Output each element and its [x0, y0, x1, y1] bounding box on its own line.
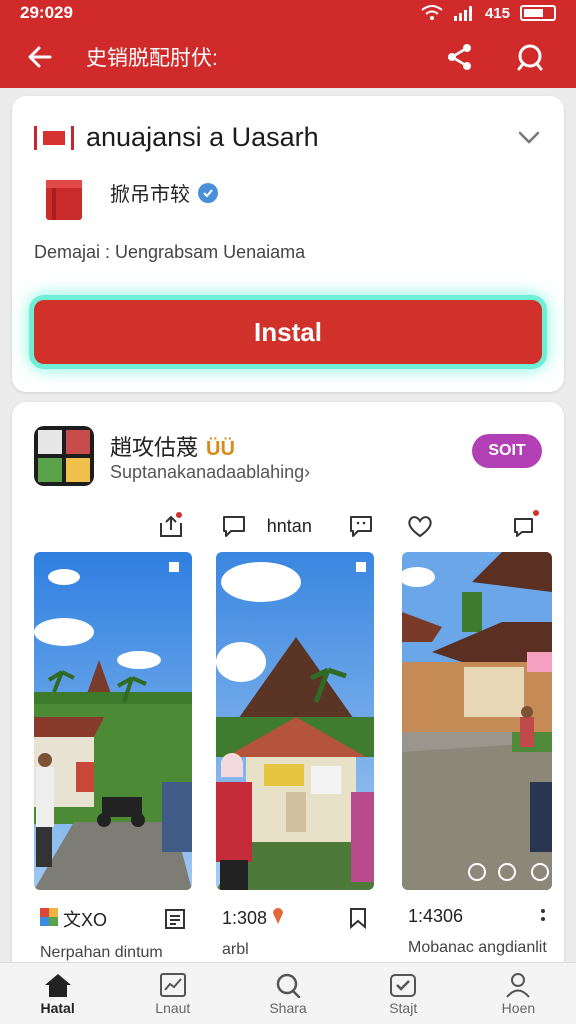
app-mini-icon — [40, 908, 58, 926]
nav-item-home[interactable]: Hatal — [0, 963, 115, 1024]
follow-pill-button[interactable]: SOIT — [472, 434, 542, 468]
list-icon[interactable] — [164, 908, 186, 930]
app-icon — [46, 180, 82, 220]
notification-button[interactable] — [507, 506, 544, 546]
expand-button[interactable] — [514, 123, 544, 153]
screenshot-gallery[interactable]: 文XO Nerpahan dintum 1:308 arbl 1:4306 Mo… — [34, 552, 564, 1024]
more-vertical-icon[interactable] — [540, 907, 546, 927]
signal-icon — [453, 6, 472, 21]
app-title-row: anuajansi a Uasarh — [34, 122, 544, 153]
signal-text: 415 — [484, 4, 510, 22]
gallery-label-1: 文XO — [63, 910, 108, 930]
gallery-image-3[interactable] — [402, 552, 552, 890]
action-label[interactable]: hntan — [267, 516, 312, 537]
gallery-label-2: 1:308 — [222, 908, 268, 928]
pin-icon — [273, 908, 284, 924]
nav-label-chart: Lnaut — [155, 999, 191, 1016]
gallery-caption-2: arbl — [222, 941, 249, 958]
battery-icon — [520, 5, 556, 21]
app-description: Demajai : Uengrabsam Uenaiama — [34, 242, 306, 262]
comment-icon — [223, 516, 246, 537]
home-icon — [44, 973, 71, 997]
post-subtitle: Suptanakanadaablahing› — [110, 462, 311, 482]
search-button[interactable] — [506, 33, 554, 81]
flag-icon — [34, 125, 74, 150]
comment-button[interactable] — [215, 506, 252, 546]
nav-label-status: Stajt — [389, 999, 418, 1016]
search-icon — [276, 973, 301, 998]
nav-label-home: Hatal — [40, 999, 75, 1016]
post-avatar[interactable] — [34, 426, 94, 486]
bookmark-icon[interactable] — [348, 907, 368, 929]
wifi-icon — [421, 5, 443, 20]
install-button[interactable]: Instal — [34, 300, 542, 364]
nav-label-search: Shara — [269, 999, 307, 1016]
check-calendar-icon — [390, 973, 417, 997]
verified-icon — [198, 182, 218, 203]
top-bar: 29:029 415 史销脱配肘伏: — [0, 0, 576, 88]
chat-smile-icon — [349, 516, 372, 537]
nav-item-profile[interactable]: Hoen — [461, 963, 576, 1024]
gallery-image-2[interactable] — [216, 552, 374, 890]
publisher-name[interactable]: 掀吊市较 — [110, 178, 190, 207]
gallery-caption-1: Nerpahan dintum — [40, 944, 163, 961]
app-install-card: anuajansi a Uasarh 掀吊市较 Demajai : Uengra… — [12, 96, 564, 392]
gallery-caption-3: Mobanac angdianlit — [408, 939, 547, 956]
chart-icon — [159, 972, 186, 997]
arrow-left-icon — [28, 46, 52, 68]
post-title-row: 趙攻估蔑 ÜÜ — [110, 430, 235, 462]
profile-icon — [506, 972, 531, 998]
app-bar: 史销脱配肘伏: — [0, 26, 576, 88]
search-icon — [517, 44, 543, 71]
nav-item-search[interactable]: Shara — [230, 963, 345, 1024]
status-time: 29:029 — [20, 3, 73, 22]
heart-icon — [408, 516, 432, 538]
nav-item-chart[interactable]: Lnaut — [115, 963, 230, 1024]
like-button[interactable] — [401, 506, 438, 546]
nav-label-profile: Hoen — [501, 999, 536, 1016]
app-name: anuajansi a Uasarh — [86, 122, 319, 152]
post-badge: ÜÜ — [206, 438, 235, 460]
post-card: 趙攻估蔑 ÜÜ Suptanakanadaablahing› SOIT hnta… — [12, 402, 564, 1024]
bottom-navigation: Hatal Lnaut Shara Stajt Hoen — [0, 962, 576, 1024]
nav-item-status[interactable]: Stajt — [346, 963, 461, 1024]
back-button[interactable] — [12, 29, 68, 85]
share-button[interactable] — [436, 33, 484, 81]
app-bar-title: 史销脱配肘伏: — [86, 47, 218, 70]
message-button[interactable] — [342, 506, 379, 546]
gallery-label-3: 1:4306 — [408, 906, 464, 926]
status-bar: 29:029 415 — [0, 0, 576, 26]
gallery-image-1[interactable] — [34, 552, 192, 890]
chevron-down-icon — [518, 131, 540, 144]
share-icon — [448, 44, 471, 70]
post-title: 趙攻估蔑 — [110, 435, 199, 460]
upload-button[interactable] — [152, 506, 189, 546]
status-icons: 415 — [421, 5, 556, 22]
publisher-row: 掀吊市较 — [110, 178, 218, 207]
post-actions: hntan — [152, 506, 544, 546]
